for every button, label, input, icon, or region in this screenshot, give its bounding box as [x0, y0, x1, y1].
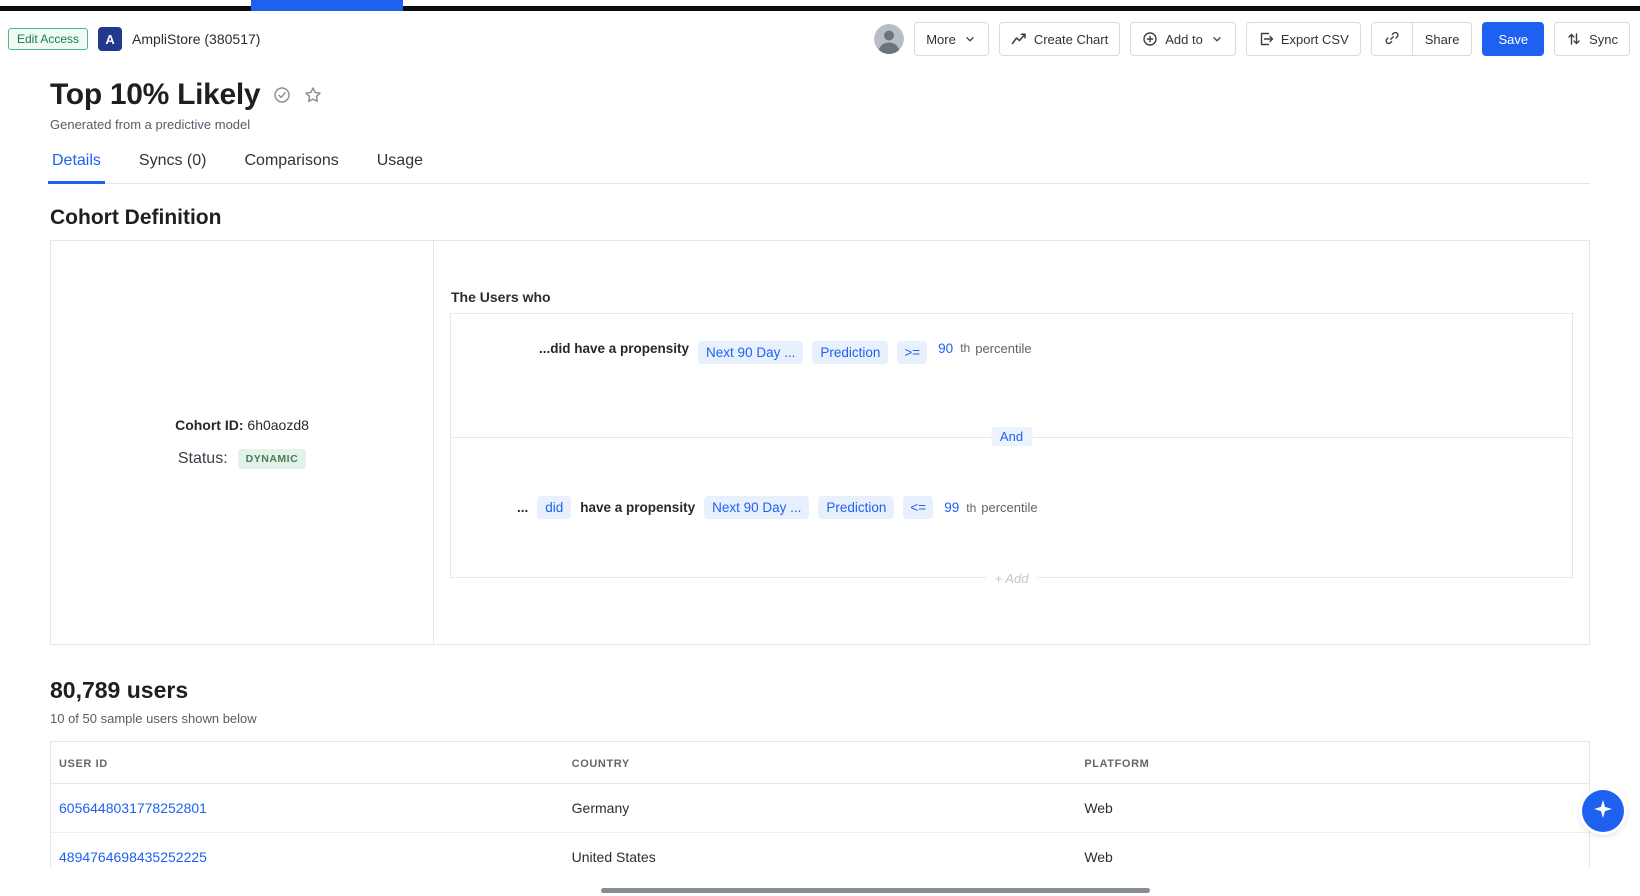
tab-comparisons[interactable]: Comparisons	[242, 148, 340, 183]
cohort-status-line: Status: DYNAMIC	[178, 449, 306, 469]
clause2-property-type[interactable]: Prediction	[818, 496, 894, 519]
export-csv-button[interactable]: Export CSV	[1246, 22, 1361, 56]
cohort-clause-2: ... did have a propensity Next 90 Day ..…	[451, 438, 1572, 577]
column-header-platform: PLATFORM	[1076, 742, 1589, 784]
clause1-unit: percentile	[975, 341, 1031, 356]
save-label: Save	[1498, 32, 1528, 47]
clause1-operator-select[interactable]: >=	[897, 341, 927, 364]
table-header-row: USER ID COUNTRY PLATFORM	[51, 742, 1589, 784]
platform-cell: Web	[1076, 833, 1589, 868]
tab-strip-bar	[0, 6, 1640, 11]
org-avatar[interactable]: A	[98, 27, 122, 51]
horizontal-scrollbar-thumb[interactable]	[601, 888, 1150, 893]
page-subtitle: Generated from a predictive model	[0, 112, 1640, 132]
clause2-unit: percentile	[981, 500, 1037, 515]
link-icon	[1384, 30, 1400, 49]
chevron-down-icon	[963, 32, 977, 46]
save-button[interactable]: Save	[1482, 22, 1544, 56]
browser-tab-strip	[0, 0, 1640, 12]
tab-usage[interactable]: Usage	[375, 148, 425, 183]
clause2-did-toggle[interactable]: did	[537, 496, 571, 519]
add-to-label: Add to	[1165, 32, 1203, 47]
status-label: Status:	[178, 450, 228, 468]
header-actions: More Create Chart Add to Export CSV	[874, 22, 1630, 56]
page-title: Top 10% Likely	[50, 78, 260, 112]
platform-cell: Web	[1076, 784, 1589, 833]
table-row: 4894764698435252225 United States Web	[51, 833, 1589, 868]
active-tab-indicator	[251, 0, 403, 11]
user-id-link[interactable]: 4894764698435252225	[51, 833, 564, 868]
share-button[interactable]: Share	[1413, 23, 1472, 55]
create-chart-button[interactable]: Create Chart	[999, 22, 1120, 56]
cohort-id-line: Cohort ID: 6h0aozd8	[175, 417, 309, 433]
more-button[interactable]: More	[914, 22, 989, 56]
ai-assistant-button[interactable]	[1582, 790, 1624, 832]
users-count: 80,789 users	[50, 677, 1590, 704]
clause2-unit-th: th	[966, 501, 976, 515]
column-header-country: COUNTRY	[564, 742, 1077, 784]
cohort-definition-card: Cohort ID: 6h0aozd8 Status: DYNAMIC The …	[50, 240, 1590, 645]
copy-link-button[interactable]	[1372, 23, 1412, 55]
chart-line-icon	[1011, 31, 1027, 47]
user-id-link[interactable]: 6056448031778252801	[51, 784, 564, 833]
clause2-mid-text: have a propensity	[580, 500, 695, 515]
cohort-meta-panel: Cohort ID: 6h0aozd8 Status: DYNAMIC	[51, 241, 434, 644]
user-avatar[interactable]	[874, 24, 904, 54]
share-button-group: Share	[1371, 22, 1473, 56]
star-icon[interactable]	[304, 86, 322, 104]
clause-box: ...did have a propensity Next 90 Day ...…	[450, 313, 1573, 578]
share-label: Share	[1425, 32, 1460, 47]
sync-button[interactable]: Sync	[1554, 22, 1630, 56]
clause1-property-select[interactable]: Next 90 Day ...	[698, 341, 803, 364]
clause-connector-divider: And	[451, 437, 1572, 438]
cohort-id-label: Cohort ID:	[175, 417, 243, 433]
clause2-operator-select[interactable]: <=	[903, 496, 933, 519]
user-avatar-image	[874, 24, 904, 54]
cohort-id-value: 6h0aozd8	[247, 417, 309, 433]
add-clause-button[interactable]: + Add	[986, 571, 1038, 586]
country-cell: United States	[564, 833, 1077, 868]
tab-syncs[interactable]: Syncs (0)	[137, 148, 209, 183]
country-cell: Germany	[564, 784, 1077, 833]
clause1-value-input[interactable]: 90	[936, 341, 955, 356]
cohort-definition-heading: Cohort Definition	[50, 206, 1590, 230]
table-row: 6056448031778252801 Germany Web	[51, 784, 1589, 833]
clause2-property-select[interactable]: Next 90 Day ...	[704, 496, 809, 519]
clause2-prefix: ...	[517, 500, 528, 515]
cohort-clause-1: ...did have a propensity Next 90 Day ...…	[451, 314, 1572, 437]
sample-users-table: USER ID COUNTRY PLATFORM 605644803177825…	[50, 741, 1590, 867]
add-to-button[interactable]: Add to	[1130, 22, 1236, 56]
create-chart-label: Create Chart	[1034, 32, 1108, 47]
more-label: More	[926, 32, 956, 47]
users-who-label: The Users who	[451, 289, 1573, 305]
sync-label: Sync	[1589, 32, 1618, 47]
clause1-property-type[interactable]: Prediction	[812, 341, 888, 364]
column-header-user-id: USER ID	[51, 742, 564, 784]
users-sample-note: 10 of 50 sample users shown below	[50, 711, 1590, 726]
tab-details[interactable]: Details	[50, 148, 103, 183]
export-icon	[1258, 31, 1274, 47]
title-row: Top 10% Likely	[0, 64, 1640, 112]
sync-arrows-icon	[1566, 31, 1582, 47]
header-toolbar: Edit Access A AmpliStore (380517) More C…	[0, 12, 1640, 64]
check-circle-icon[interactable]	[273, 86, 291, 104]
circle-plus-icon	[1142, 31, 1158, 47]
tab-bar: Details Syncs (0) Comparisons Usage	[50, 148, 1590, 184]
clause1-unit-th: th	[960, 341, 970, 355]
and-connector-toggle[interactable]: And	[991, 427, 1032, 446]
ai-assistant-icon	[1591, 797, 1615, 826]
edit-access-badge[interactable]: Edit Access	[8, 28, 88, 50]
clause1-prefix: ...did have a propensity	[539, 341, 689, 356]
export-csv-label: Export CSV	[1281, 32, 1349, 47]
cohort-rules-panel: The Users who ...did have a propensity N…	[434, 241, 1589, 644]
chevron-down-icon	[1210, 32, 1224, 46]
header-left: Edit Access A AmpliStore (380517)	[8, 27, 260, 51]
org-name: AmpliStore (380517)	[132, 31, 260, 47]
status-badge: DYNAMIC	[238, 449, 307, 469]
clause2-value-input[interactable]: 99	[942, 500, 961, 515]
